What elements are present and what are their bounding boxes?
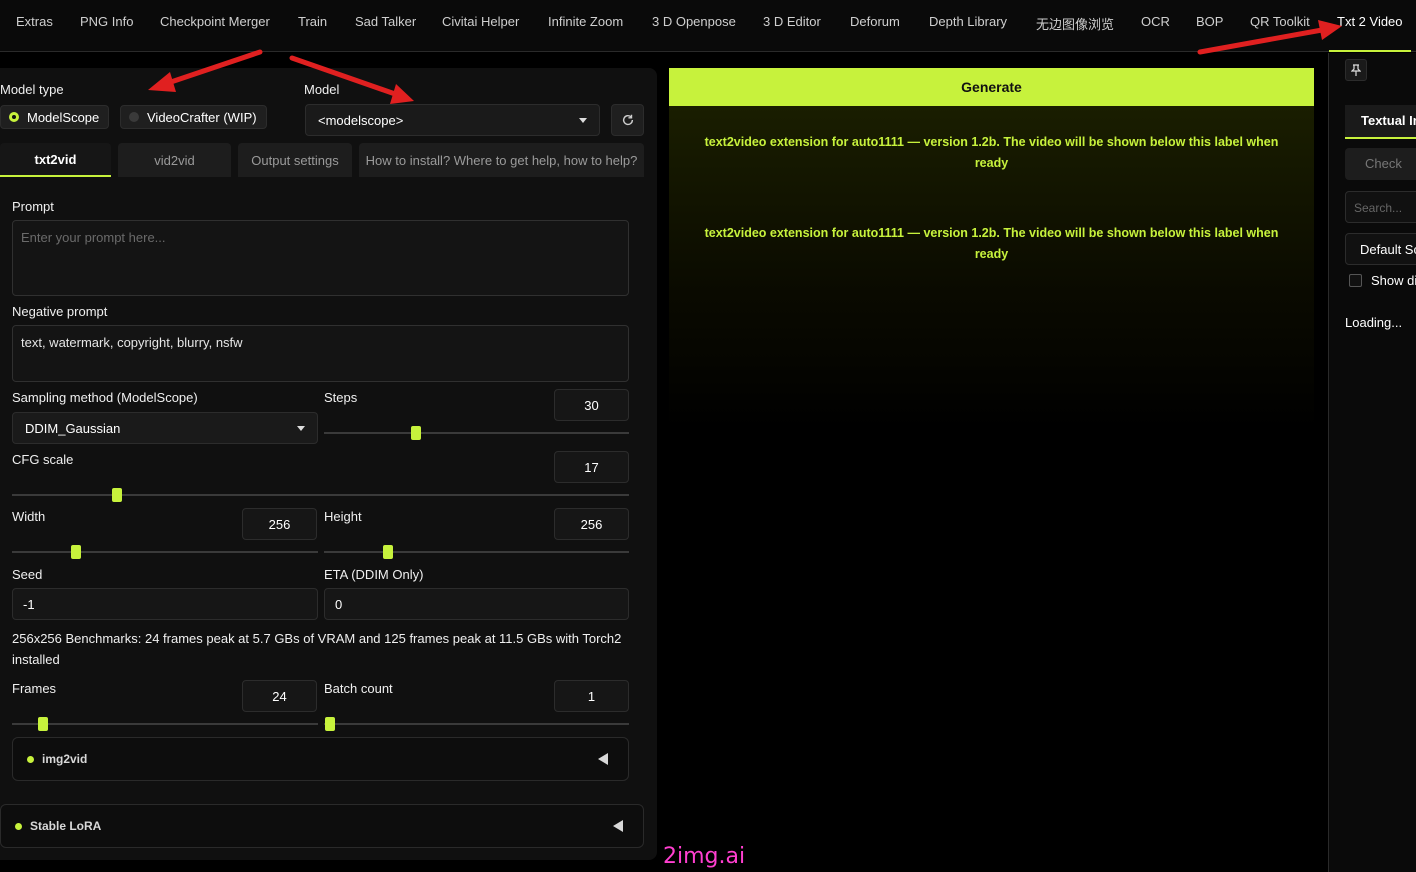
cfg-slider[interactable]	[12, 488, 629, 502]
model-type-label: Model type	[0, 82, 64, 97]
batch-count-number-input[interactable]: 1	[554, 680, 629, 712]
tab-bop[interactable]: BOP	[1196, 14, 1223, 29]
img2vid-accordion-label: img2vid	[42, 752, 88, 766]
negative-prompt-input[interactable]: text, watermark, copyright, blurry, nsfw	[12, 325, 629, 382]
stable-lora-accordion-label: Stable LoRA	[30, 819, 102, 833]
stable-lora-accordion[interactable]: Stable LoRA	[0, 804, 644, 848]
tab-image-browser[interactable]: 无边图像浏览	[1036, 14, 1114, 33]
tab-deforum[interactable]: Deforum	[850, 14, 900, 29]
extra-networks-panel: Textual Inversion Check Search... Defaul…	[1328, 53, 1416, 872]
bullet-icon	[15, 822, 22, 830]
settings-panel: Model type ModelScope VideoCrafter (WIP)…	[0, 68, 657, 860]
subtab-output-settings[interactable]: Output settings	[238, 143, 352, 177]
negative-prompt-label: Negative prompt	[12, 304, 108, 319]
batch-count-slider-thumb[interactable]	[325, 717, 336, 731]
tab-extras[interactable]: Extras	[16, 14, 53, 29]
tab-png-info[interactable]: PNG Info	[80, 14, 133, 29]
chevron-down-icon	[579, 118, 587, 123]
model-select-value: <modelscope>	[318, 112, 404, 128]
frames-slider-thumb[interactable]	[37, 717, 48, 731]
collapse-arrow-icon	[613, 820, 623, 832]
version-notice-duplicate: text2video extension for auto1111 — vers…	[704, 226, 1279, 261]
tab-sad-talker[interactable]: Sad Talker	[355, 14, 416, 29]
chevron-down-icon	[297, 426, 305, 431]
search-input[interactable]: Search...	[1345, 191, 1416, 223]
refresh-icon	[622, 114, 633, 126]
loading-text: Loading...	[1345, 315, 1403, 330]
sampler-select-value: DDIM_Gaussian	[25, 420, 121, 436]
check-button[interactable]: Check	[1345, 148, 1416, 180]
refresh-button[interactable]	[611, 104, 644, 136]
tab-qr-toolkit[interactable]: QR Toolkit	[1250, 14, 1310, 29]
seed-label: Seed	[12, 567, 43, 582]
tab-3d-editor[interactable]: 3 D Editor	[763, 14, 821, 29]
seed-input[interactable]: -1	[12, 588, 318, 620]
batch-count-label: Batch count	[324, 681, 393, 696]
subtab-vid2vid[interactable]: vid2vid	[118, 143, 231, 177]
width-label: Width	[12, 509, 46, 524]
height-slider-thumb[interactable]	[383, 545, 394, 559]
tab-depth-library[interactable]: Depth Library	[929, 14, 1007, 29]
sort-select[interactable]: Default Sort	[1345, 233, 1416, 265]
radio-dot-checked	[9, 112, 19, 122]
tab-train[interactable]: Train	[298, 14, 327, 29]
radio-modelscope[interactable]: ModelScope	[0, 105, 109, 129]
top-nav: Extras PNG Info Checkpoint Merger Train …	[0, 0, 1416, 52]
prompt-input[interactable]: Enter your prompt here...	[12, 220, 629, 296]
height-number-input[interactable]: 256	[554, 508, 629, 540]
sampler-label: Sampling method (ModelScope)	[12, 390, 198, 405]
subtab-help[interactable]: How to install? Where to get help, how t…	[359, 143, 644, 177]
show-dirs-checkbox[interactable]	[1349, 274, 1362, 287]
tab-3d-openpose[interactable]: 3 D Openpose	[652, 14, 736, 29]
model-select[interactable]: <modelscope>	[305, 104, 600, 136]
pin-button[interactable]	[1345, 59, 1367, 81]
eta-label: ETA (DDIM Only)	[324, 567, 424, 582]
generate-button[interactable]: Generate	[669, 68, 1314, 106]
watermark: 2img.ai	[663, 844, 746, 869]
benchmark-note: 256x256 Benchmarks: 24 frames peak at 5.…	[12, 631, 622, 667]
tab-textual-inversion[interactable]: Textual Inversion	[1345, 105, 1416, 139]
version-notice: text2video extension for auto1111 — vers…	[704, 135, 1279, 170]
tab-infinite-zoom[interactable]: Infinite Zoom	[548, 14, 623, 29]
steps-slider[interactable]	[324, 426, 629, 440]
collapse-arrow-icon	[598, 753, 608, 765]
subtab-txt2vid[interactable]: txt2vid	[0, 143, 111, 177]
frames-number-input[interactable]: 24	[242, 680, 317, 712]
frames-slider[interactable]	[12, 717, 318, 731]
steps-slider-thumb[interactable]	[410, 426, 421, 440]
radio-videocrafter[interactable]: VideoCrafter (WIP)	[120, 105, 267, 129]
tab-ocr[interactable]: OCR	[1141, 14, 1170, 29]
height-label: Height	[324, 509, 362, 524]
output-panel: Generate text2video extension for auto11…	[669, 68, 1314, 872]
radio-dot	[129, 112, 139, 122]
tab-checkpoint-merger[interactable]: Checkpoint Merger	[160, 14, 270, 29]
batch-count-slider[interactable]	[324, 717, 629, 731]
steps-label: Steps	[324, 390, 358, 405]
radio-label: VideoCrafter (WIP)	[147, 109, 257, 125]
sampler-select[interactable]: DDIM_Gaussian	[12, 412, 318, 444]
tab-txt2video[interactable]: Txt 2 Video	[1329, 0, 1411, 52]
radio-label: ModelScope	[27, 109, 100, 125]
bullet-icon	[27, 755, 34, 763]
img2vid-accordion[interactable]: img2vid	[12, 737, 629, 781]
model-label: Model	[304, 82, 340, 97]
eta-input[interactable]: 0	[324, 588, 629, 620]
width-slider[interactable]	[12, 545, 318, 559]
frames-label: Frames	[12, 681, 57, 696]
pin-icon	[1351, 64, 1361, 76]
tab-civitai-helper[interactable]: Civitai Helper	[442, 14, 519, 29]
steps-number-input[interactable]: 30	[554, 389, 629, 421]
height-slider[interactable]	[324, 545, 629, 559]
cfg-slider-thumb[interactable]	[111, 488, 122, 502]
cfg-label: CFG scale	[12, 452, 74, 467]
cfg-number-input[interactable]: 17	[554, 451, 629, 483]
show-dirs-label: Show dirs	[1371, 273, 1416, 288]
width-number-input[interactable]: 256	[242, 508, 317, 540]
prompt-label: Prompt	[12, 199, 54, 214]
width-slider-thumb[interactable]	[71, 545, 82, 559]
